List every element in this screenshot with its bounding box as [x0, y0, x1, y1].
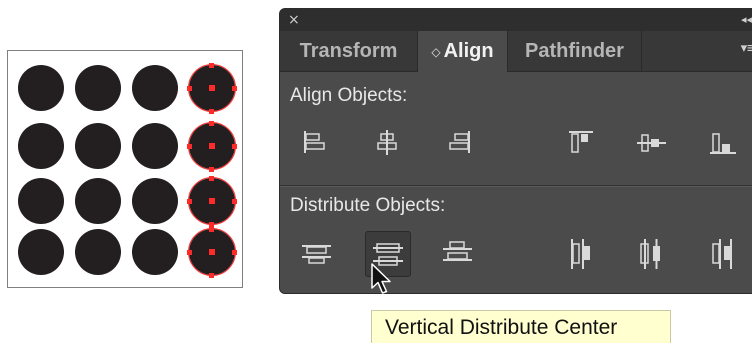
tab-arrows-icon: ◇: [431, 44, 441, 59]
panel-tabbar: Transform ◇Align Pathfinder ▾≡: [280, 31, 752, 72]
center-point: [209, 198, 215, 204]
circle-object[interactable]: [132, 229, 178, 275]
circle-object[interactable]: [18, 178, 64, 224]
mouse-cursor-icon: [371, 263, 391, 294]
anchor-point: [232, 199, 237, 204]
horizontal-align-center-button[interactable]: [365, 121, 411, 167]
align-panel: × ◂◂ Transform ◇Align Pathfinder ▾≡ Alig…: [279, 8, 752, 294]
vertical-align-bottom-button[interactable]: [700, 121, 746, 167]
section-divider: [280, 185, 752, 187]
circle-object[interactable]: [18, 229, 64, 275]
circle-object[interactable]: [132, 65, 178, 111]
circle-object[interactable]: [75, 229, 121, 275]
distribute-hcenter-icon: [640, 239, 660, 269]
anchor-point: [209, 273, 214, 278]
tab-label: Transform: [299, 40, 398, 62]
horizontal-align-right-button[interactable]: [435, 121, 481, 167]
align-objects-title: Align Objects:: [290, 85, 408, 106]
panel-menu-icon[interactable]: ▾≡: [741, 41, 752, 56]
circle-object[interactable]: [18, 65, 64, 111]
vertical-align-top-button[interactable]: [559, 121, 605, 167]
distribute-right-icon: [712, 239, 732, 269]
anchor-point: [232, 86, 237, 91]
align-hcenter-icon: [377, 130, 397, 155]
panel-titlebar[interactable]: × ◂◂: [280, 9, 752, 31]
center-point: [209, 249, 215, 255]
artboard[interactable]: [7, 50, 243, 288]
horizontal-distribute-left-button[interactable]: [559, 231, 605, 277]
align-bottom-icon: [710, 133, 736, 154]
anchor-point: [232, 144, 237, 149]
anchor-point: [209, 63, 214, 68]
anchor-point: [209, 121, 214, 126]
circle-object[interactable]: [75, 123, 121, 169]
anchor-point: [209, 109, 214, 114]
circle-object[interactable]: [75, 178, 121, 224]
align-right-icon: [449, 131, 470, 153]
align-left-icon: [304, 131, 325, 153]
anchor-point: [209, 176, 214, 181]
tab-transform[interactable]: Transform: [280, 31, 418, 71]
tab-label: Pathfinder: [525, 40, 624, 62]
distribute-bottom-icon: [443, 241, 472, 261]
align-vcenter-icon: [637, 134, 666, 152]
align-top-icon: [569, 131, 593, 153]
anchor-point: [187, 199, 192, 204]
center-point: [209, 85, 215, 91]
circle-object[interactable]: [132, 178, 178, 224]
distribute-top-icon: [302, 245, 331, 264]
anchor-point: [187, 250, 192, 255]
horizontal-align-left-button[interactable]: [294, 121, 340, 167]
circle-object[interactable]: [132, 123, 178, 169]
tab-align[interactable]: ◇ Align: [418, 31, 508, 72]
tab-label: Align: [443, 40, 494, 62]
circle-object[interactable]: [75, 65, 121, 111]
anchor-point: [209, 227, 214, 232]
distribute-objects-title: Distribute Objects:: [290, 195, 446, 216]
horizontal-distribute-center-button[interactable]: [629, 231, 675, 277]
anchor-point: [187, 144, 192, 149]
anchor-point: [209, 167, 214, 172]
anchor-point: [232, 250, 237, 255]
close-icon[interactable]: ×: [288, 12, 300, 28]
vertical-align-center-button[interactable]: [629, 121, 675, 167]
circle-object[interactable]: [18, 123, 64, 169]
anchor-point: [187, 86, 192, 91]
tab-pathfinder[interactable]: Pathfinder: [508, 31, 642, 71]
tooltip: Vertical Distribute Center: [371, 310, 671, 343]
collapse-icon[interactable]: ◂◂: [741, 12, 752, 28]
vertical-distribute-bottom-button[interactable]: [435, 231, 481, 277]
vertical-distribute-top-button[interactable]: [294, 231, 340, 277]
horizontal-distribute-right-button[interactable]: [700, 231, 746, 277]
distribute-left-icon: [571, 239, 590, 269]
center-point: [209, 143, 215, 149]
